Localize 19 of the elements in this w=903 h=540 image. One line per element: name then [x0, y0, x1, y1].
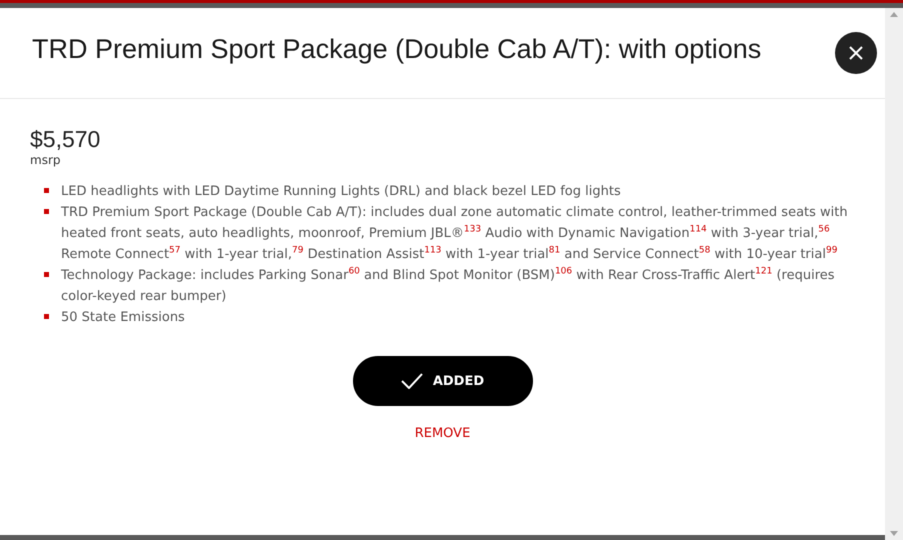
close-button[interactable]	[835, 32, 877, 74]
added-button[interactable]: ADDED	[352, 356, 532, 406]
check-icon	[400, 373, 423, 389]
modal-title: TRD Premium Sport Package (Double Cab A/T): with options	[32, 33, 762, 66]
feature-text: TRD Premium Sport Package (Double Cab A/T): includes dual zone automatic climate control, leather-trimmed seats with heated front seats, auto headlights, moonroof, Premium JBL®$^{133}$ Audio with Dynamic Navigation$^{114}$ with 3-year trial,$^{56}$ Remote Connect$^{57}$ with 1-year trial,$^{79}$ Destination Assist$^{113}$ with 1-year trial$^{81}$ and Service Connect$^{58}$ with 10-year trial$^{99}$	[61, 204, 849, 264]
scroll-up-icon[interactable]	[890, 12, 898, 17]
feature-text: 50 State Emissions	[61, 309, 186, 327]
bullet-icon	[44, 209, 49, 214]
feature-text: Technology Package: includes Parking Sonar$^{60}$ and Blind Spot Monitor (BSM)$^{106}$ with Rear Cross-Traffic Alert$^{121}$ (requires color-keyed rear bumper)	[61, 266, 836, 306]
scrollbar[interactable]	[885, 8, 903, 540]
price: $5,570	[30, 125, 102, 153]
remove-link[interactable]: REMOVE	[414, 426, 470, 441]
close-icon	[848, 45, 864, 61]
scroll-down-icon[interactable]	[890, 531, 898, 536]
bullet-icon	[44, 314, 49, 319]
bullet-icon	[44, 188, 49, 193]
price-label: msrp	[30, 153, 62, 167]
bullet-icon	[44, 272, 49, 277]
feature-text: LED headlights with LED Daytime Running Lights (DRL) and black bezel LED fog lights	[61, 183, 622, 201]
